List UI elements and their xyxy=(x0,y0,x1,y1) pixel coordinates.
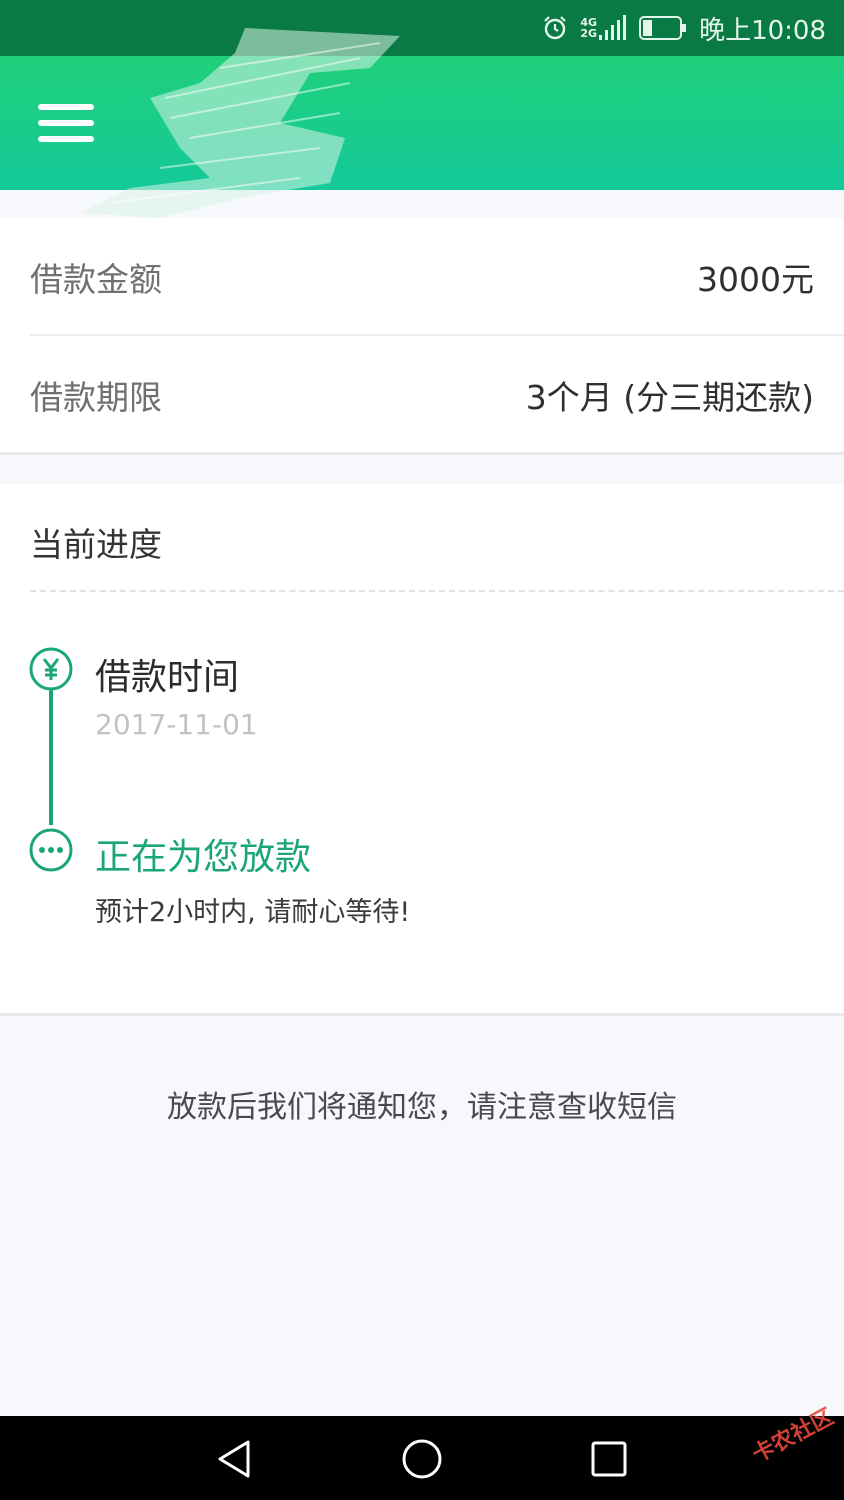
home-circle-icon[interactable] xyxy=(399,1436,445,1482)
step-loan-time-title: 借款时间 xyxy=(95,657,240,698)
progress-title: 当前进度 xyxy=(30,525,162,564)
loan-amount-value: 3000元 xyxy=(697,259,814,299)
card-bottom-border xyxy=(0,452,844,455)
loan-info-card: 借款金额 3000元 借款期限 3个月 (分三期还款) xyxy=(0,218,844,454)
system-nav-bar xyxy=(0,1416,844,1500)
network-type: 4G 2G xyxy=(580,17,597,39)
status-icons: 4G 2G 晚上10:08 xyxy=(542,0,826,56)
back-triangle-icon[interactable] xyxy=(212,1436,258,1482)
alarm-icon xyxy=(544,16,567,40)
redaction-scribble xyxy=(80,28,400,218)
clock: 晚上10:08 xyxy=(699,15,826,46)
signal-icon xyxy=(599,15,627,40)
step-disbursing-title: 正在为您放款 xyxy=(95,837,312,878)
dashed-divider xyxy=(30,590,844,592)
timeline-line xyxy=(49,690,53,825)
loan-amount-label: 借款金额 xyxy=(30,259,162,299)
card-bottom-border xyxy=(0,1013,844,1016)
network-bottom-label: 2G xyxy=(580,27,598,40)
yuan-icon xyxy=(29,647,73,691)
loan-term-value: 3个月 (分三期还款) xyxy=(525,377,814,417)
ellipsis-icon xyxy=(29,828,73,872)
battery-icon xyxy=(639,16,687,40)
loan-term-row: 借款期限 3个月 (分三期还款) xyxy=(30,336,814,453)
loan-term-label: 借款期限 xyxy=(30,377,162,417)
sms-notice: 放款后我们将通知您，请注意查收短信 xyxy=(167,1090,677,1125)
step-disbursing-desc: 预计2小时内, 请耐心等待! xyxy=(95,897,411,928)
step-loan-time-date: 2017-11-01 xyxy=(95,708,258,741)
loan-amount-row: 借款金额 3000元 xyxy=(30,218,814,335)
recents-square-icon[interactable] xyxy=(586,1436,632,1482)
